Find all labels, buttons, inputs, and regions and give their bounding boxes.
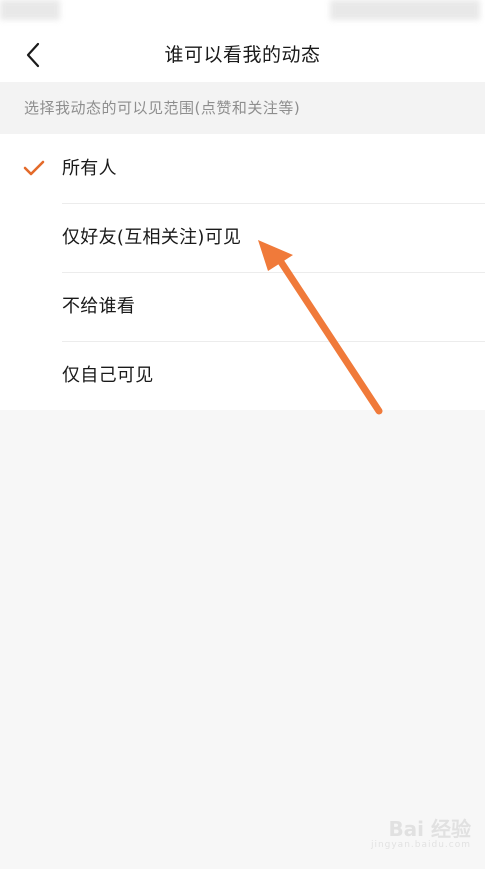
visibility-options: 所有人 仅好友(互相关注)可见 不给谁看 仅自己可见 <box>0 134 485 410</box>
status-bar <box>0 0 485 28</box>
option-label: 仅自己可见 <box>62 365 154 386</box>
header: 谁可以看我的动态 <box>0 28 485 82</box>
watermark-site: jingyan.baidu.com <box>370 840 471 850</box>
option-friends-only[interactable]: 仅好友(互相关注)可见 <box>0 203 485 272</box>
status-blur-right <box>330 0 480 20</box>
option-only-me[interactable]: 仅自己可见 <box>0 341 485 410</box>
page-title: 谁可以看我的动态 <box>164 44 321 66</box>
option-everyone[interactable]: 所有人 <box>0 134 485 203</box>
option-label: 不给谁看 <box>62 296 136 317</box>
watermark-brand: Bai 经验 <box>388 817 471 841</box>
subtitle: 选择我动态的可以见范围(点赞和关注等) <box>24 99 301 117</box>
status-blur-left <box>0 0 60 20</box>
subtitle-bar: 选择我动态的可以见范围(点赞和关注等) <box>0 82 485 134</box>
checkmark-icon <box>23 160 45 176</box>
option-hide-from[interactable]: 不给谁看 <box>0 272 485 341</box>
baidu-watermark: Bai 经验 jingyan.baidu.com <box>331 819 471 863</box>
option-label: 仅好友(互相关注)可见 <box>62 227 242 248</box>
option-label: 所有人 <box>62 158 117 179</box>
